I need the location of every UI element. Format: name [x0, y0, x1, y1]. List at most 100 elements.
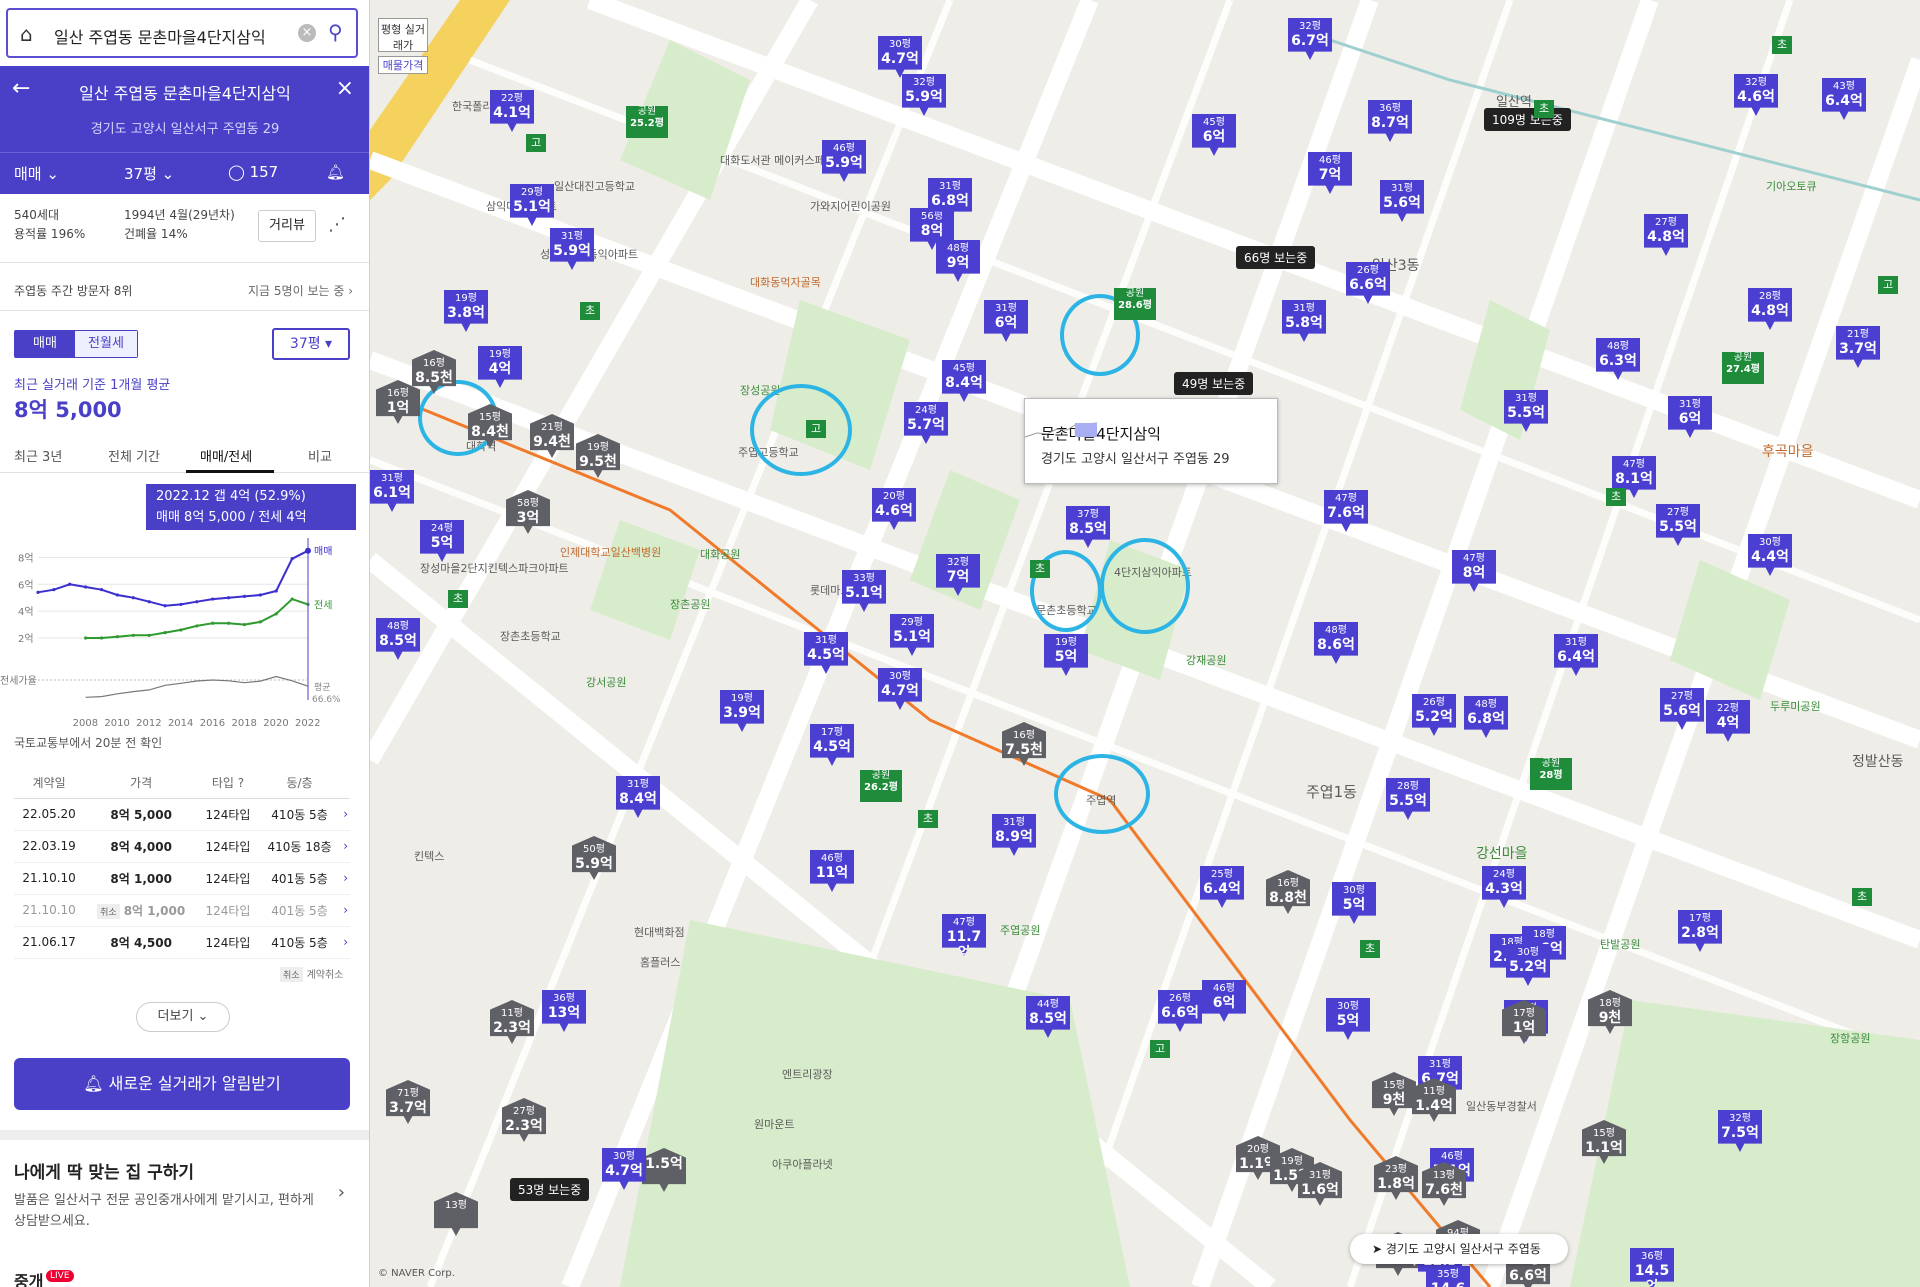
- poi-label: 탄발공원: [1600, 938, 1641, 951]
- sale-toggle[interactable]: 매매: [15, 331, 75, 357]
- more-button[interactable]: 더보기 ⌄: [136, 1002, 230, 1032]
- complex-title: 일산 주엽동 문촌마을4단지삼익: [79, 84, 291, 103]
- clear-icon[interactable]: ×: [298, 24, 316, 42]
- complex-address: 경기도 고양시 일산서구 주엽동 29: [90, 122, 280, 137]
- highlight-circle: [1054, 754, 1150, 834]
- average-price: 8억 5,000: [14, 398, 122, 422]
- size-select[interactable]: 37평 ▾: [272, 328, 350, 360]
- street-view-button[interactable]: 거리뷰: [258, 210, 316, 242]
- search-box[interactable]: ⌂ 일산 주엽동 문촌마을4단지삼익 × ⚲: [6, 8, 358, 58]
- data-point: [131, 633, 135, 637]
- y-tick-label: 4억: [18, 606, 34, 618]
- complex-popup[interactable]: 문촌마을4단지삼익 경기도 고양시 일산서구 주엽동 29: [1024, 398, 1278, 484]
- poi-label: 일산동부경찰서: [1466, 1100, 1537, 1113]
- x-tick-label: 2008: [73, 718, 98, 729]
- data-point: [290, 557, 294, 561]
- poi-label: 주엽공원: [1000, 924, 1041, 937]
- cancel-legend: 취소 계약취소: [280, 966, 343, 982]
- price-marker[interactable]: 35평14.6억: [1426, 1266, 1470, 1287]
- data-source: 국토교통부에서 20분 전 확인: [14, 736, 163, 750]
- school-flag-icon: 초: [918, 810, 938, 828]
- table-row[interactable]: 21.10.10 취소 8억 1,000 124타입 401동 5층 ›: [14, 894, 350, 927]
- data-point: [258, 593, 262, 597]
- property-panel: ⌂ 일산 주엽동 문촌마을4단지삼익 × ⚲ ← 일산 주엽동 문촌마을4단지삼…: [0, 0, 370, 1287]
- data-point: [290, 597, 294, 601]
- data-point: [115, 593, 120, 597]
- tab-recent-3y[interactable]: 최근 3년: [14, 446, 62, 465]
- chevron-right-icon[interactable]: ›: [341, 798, 350, 831]
- data-point: [274, 612, 278, 616]
- current-location-bar[interactable]: ➤ 경기도 고양시 일산서구 주엽동: [1350, 1234, 1568, 1264]
- chevron-right-icon[interactable]: ›: [341, 894, 350, 927]
- school-flag-icon: 고: [1878, 276, 1898, 294]
- real-price-toggle[interactable]: 평형 실거래가: [378, 18, 428, 52]
- table-row[interactable]: 21.06.17 8억 4,500 124타입 410동 5층 ›: [14, 926, 350, 959]
- data-point: [52, 588, 56, 592]
- size-dropdown[interactable]: 37평 ⌄: [124, 163, 174, 184]
- average-label: 최근 실거래 기준 1개월 평균: [14, 378, 171, 393]
- tx-type: 124타입: [198, 926, 258, 959]
- deal-type-dropdown[interactable]: 매매 ⌄: [14, 163, 59, 184]
- avg-label: 평균: [314, 682, 331, 693]
- table-row[interactable]: 22.03.19 8억 4,000 124타입 410동 18층 ›: [14, 830, 350, 863]
- avg-value: 66.6%: [312, 695, 341, 705]
- tab-all-period[interactable]: 전체 기간: [108, 446, 160, 465]
- tx-date: 21.10.10: [14, 862, 85, 895]
- close-icon[interactable]: ×: [336, 76, 354, 101]
- table-row[interactable]: 21.10.10 8억 1,000 124타입 401동 5층 ›: [14, 862, 350, 895]
- map-credit: © NAVER Corp.: [378, 1268, 455, 1279]
- poi-label: 엔트리광장: [782, 1068, 833, 1081]
- poi-label: 인제대학교일산백병원: [560, 546, 662, 559]
- poi-label: 정발산동: [1852, 754, 1904, 770]
- x-tick-label: 2018: [231, 718, 256, 729]
- data-point: [242, 594, 247, 598]
- home-icon[interactable]: ⌂: [20, 22, 33, 46]
- promo-title[interactable]: 나에게 딱 맞는 집 구하기: [14, 1158, 194, 1183]
- col-date: 계약일: [14, 768, 85, 799]
- chevron-right-icon[interactable]: ›: [341, 926, 350, 959]
- share-icon[interactable]: ⋰: [328, 214, 346, 235]
- school-flag-icon: 초: [448, 590, 468, 608]
- school-flag-icon: 고: [526, 134, 546, 152]
- popup-address: 경기도 고양시 일산서구 주엽동 29: [1041, 452, 1230, 467]
- viewer-count-tag[interactable]: 53명 보는중: [510, 1178, 590, 1201]
- chevron-right-icon[interactable]: ›: [338, 1182, 345, 1203]
- listing-price-toggle[interactable]: 매물가격: [378, 56, 428, 74]
- rent-toggle[interactable]: 전월세: [75, 331, 137, 357]
- tab-sale-jeonse[interactable]: 매매/전세: [200, 446, 252, 465]
- chevron-right-icon[interactable]: ›: [341, 830, 350, 863]
- chart-tooltip: 2022.12 갭 4억 (52.9%) 매매 8억 5,000 / 전세 4억 …: [146, 484, 356, 546]
- viewer-count-tag[interactable]: 109명 보는중: [1484, 108, 1571, 131]
- price-chart[interactable]: 8억 6억 4억 2억 2008 2010 2012 2014 2016 2018 2020 2022…: [0, 530, 370, 730]
- tab-compare[interactable]: 비교: [308, 446, 332, 465]
- current-viewers-link[interactable]: 지금 5명이 보는 중 ›: [248, 282, 353, 299]
- tx-unit: 401동 5층: [257, 894, 342, 927]
- price-marker[interactable]: 36평 14.5억: [1630, 1248, 1674, 1287]
- col-unit: 동/층: [257, 768, 342, 799]
- comments-button[interactable]: ◯ 157: [228, 163, 278, 181]
- bell-icon[interactable]: 🔔︎: [326, 163, 345, 181]
- deal-toggle: 매매 전월세: [14, 330, 138, 358]
- data-point: [258, 620, 262, 624]
- viewer-count-tag[interactable]: 49명 보는중: [1174, 372, 1254, 395]
- data-point: [226, 621, 231, 625]
- poi-label: 현대백화점: [634, 926, 685, 939]
- search-icon[interactable]: ⚲: [328, 20, 343, 44]
- y-tick-label: 2억: [18, 633, 34, 645]
- header-tabs: 매매 ⌄ 37평 ⌄ ◯ 157 🔔︎: [0, 152, 369, 194]
- tx-type: 124타입: [198, 798, 258, 831]
- map-base: [370, 0, 1920, 1287]
- tx-type: 124타입: [198, 862, 258, 895]
- search-input[interactable]: 일산 주엽동 문촌마을4단지삼익: [54, 24, 266, 48]
- data-point: [179, 628, 183, 632]
- price-alert-button[interactable]: 🔔︎ 새로운 실거래가 알림받기: [14, 1058, 350, 1110]
- tx-unit: 410동 5층: [257, 798, 342, 831]
- table-row[interactable]: 22.05.20 8억 5,000 124타입 410동 5층 ›: [14, 798, 350, 831]
- x-tick-label: 2020: [263, 718, 288, 729]
- poi-label: 주엽1동: [1306, 783, 1357, 801]
- y-tick-label: 6억: [18, 579, 34, 591]
- chevron-right-icon[interactable]: ›: [341, 862, 350, 895]
- map-canvas[interactable]: 한국폴리텍대학 일산대진고등학교 삼익마을아파트 성저1단지동익아파트 대화도서…: [370, 0, 1920, 1287]
- live-badge: LIVE: [46, 1270, 74, 1282]
- viewer-count-tag[interactable]: 66명 보는중: [1236, 246, 1316, 269]
